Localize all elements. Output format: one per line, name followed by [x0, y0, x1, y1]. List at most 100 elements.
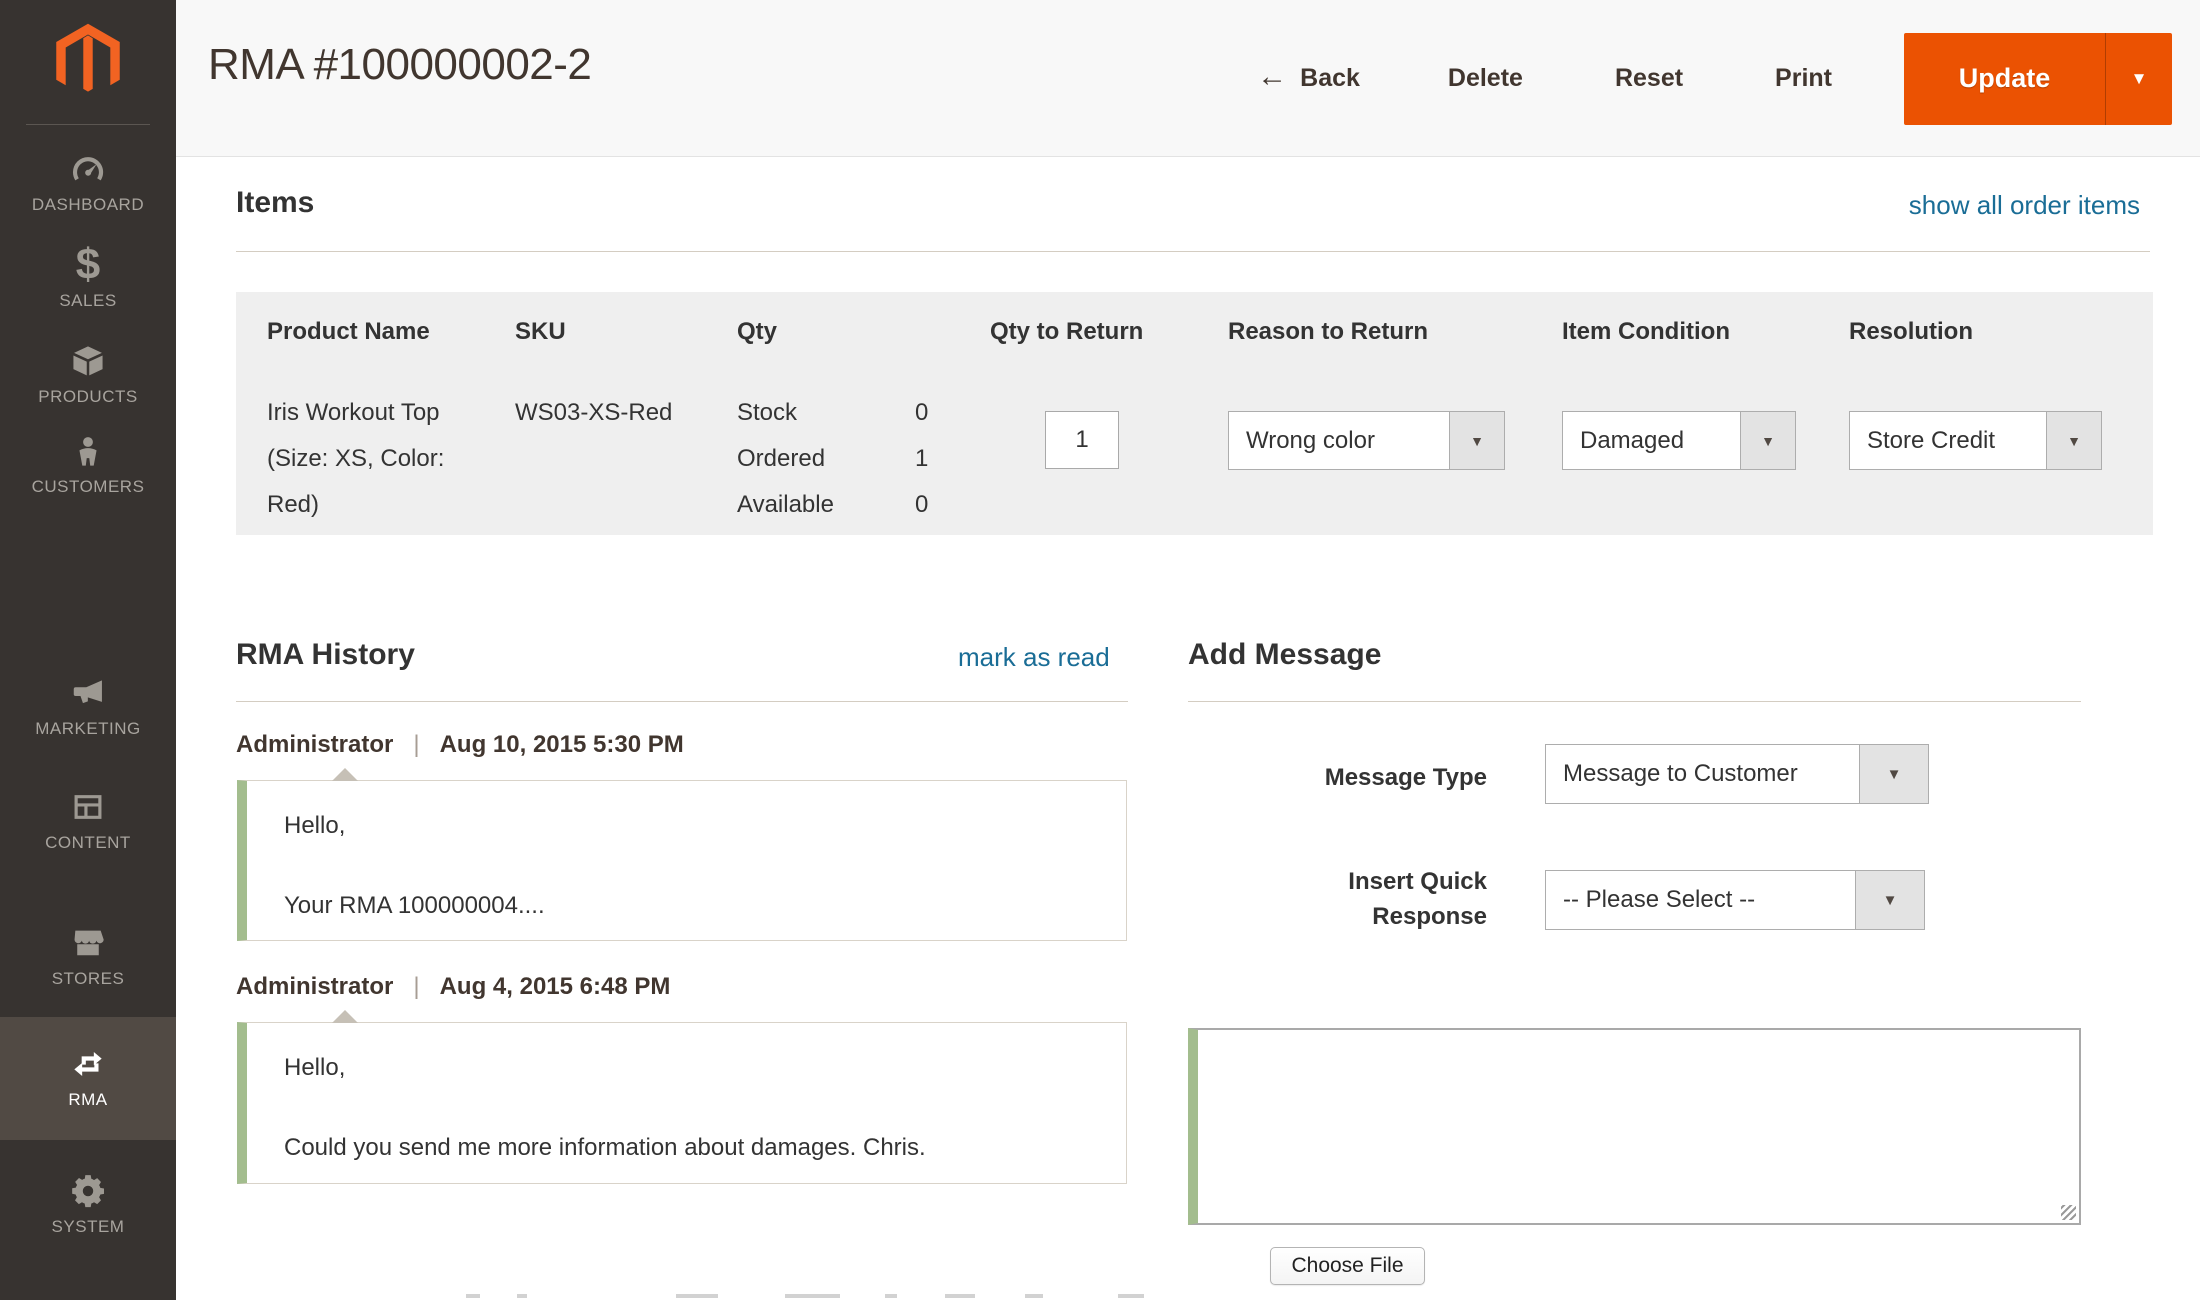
- header-actions: ← Back Delete Reset Print Update ▼: [1257, 0, 2172, 157]
- choose-file-button[interactable]: Choose File: [1270, 1247, 1425, 1285]
- clipped-text-row: [0, 1294, 2200, 1300]
- col-header-reason-to-return: Reason to Return: [1228, 318, 1562, 346]
- qty-ordered-row: Ordered 1: [737, 436, 990, 482]
- message-type-select[interactable]: Message to Customer ▼: [1545, 744, 1929, 804]
- sales-icon: $: [0, 244, 176, 286]
- marketing-icon: [0, 672, 176, 714]
- sidebar-divider: [26, 124, 150, 125]
- quick-response-label: Insert Quick Response: [1307, 864, 1487, 934]
- history-entry-header: Administrator | Aug 4, 2015 6:48 PM: [236, 973, 670, 1001]
- chevron-down-icon: ▼: [2046, 412, 2101, 469]
- update-button[interactable]: Update: [1904, 33, 2105, 125]
- customers-icon: [0, 430, 176, 472]
- add-message-title: Add Message: [1188, 638, 1381, 672]
- col-header-qty-to-return: Qty to Return: [990, 318, 1228, 346]
- sidebar-item-label: SALES: [0, 291, 176, 311]
- col-header-product-name: Product Name: [267, 318, 515, 346]
- history-date: Aug 10, 2015 5:30 PM: [440, 731, 684, 759]
- history-entry-header: Administrator | Aug 10, 2015 5:30 PM: [236, 731, 684, 759]
- history-message-text: Hello, Your RMA 100000004....: [247, 781, 1126, 926]
- history-author: Administrator: [236, 973, 393, 1001]
- rma-history-rule: [236, 701, 1128, 702]
- chevron-down-icon: ▼: [1740, 412, 1795, 469]
- back-arrow-icon: ←: [1257, 60, 1287, 94]
- cell-resolution: Store Credit ▼: [1849, 390, 2153, 528]
- add-message-rule: [1188, 701, 2081, 702]
- items-section-title: Items: [236, 186, 314, 220]
- mark-as-read-link[interactable]: mark as read: [958, 642, 1110, 673]
- items-section-rule: [236, 251, 2150, 252]
- history-separator: |: [413, 973, 419, 1001]
- magento-logo[interactable]: [0, 20, 176, 113]
- sidebar-item-sales[interactable]: $ SALES: [0, 242, 176, 311]
- chevron-down-icon: ▼: [1855, 871, 1924, 929]
- sidebar-item-stores[interactable]: STORES: [0, 920, 176, 989]
- rma-icon: [0, 1043, 176, 1085]
- col-header-sku: SKU: [515, 318, 737, 346]
- sidebar-item-marketing[interactable]: MARKETING: [0, 670, 176, 739]
- rma-history-title: RMA History: [236, 638, 415, 672]
- history-separator: |: [413, 731, 419, 759]
- qty-to-return-input[interactable]: [1045, 411, 1119, 469]
- col-header-resolution: Resolution: [1849, 318, 2153, 346]
- col-header-qty: Qty: [737, 318, 990, 346]
- sidebar-item-products[interactable]: PRODUCTS: [0, 338, 176, 407]
- comment-textarea[interactable]: [1198, 1030, 2079, 1223]
- quick-response-select[interactable]: -- Please Select -- ▼: [1545, 870, 1925, 930]
- sidebar-item-label: RMA: [0, 1090, 176, 1110]
- rma-detail-page: DASHBOARD $ SALES PRODUCTS CUSTOMERS MAR…: [0, 0, 2200, 1300]
- resize-handle[interactable]: [2061, 1205, 2076, 1220]
- sidebar-item-system[interactable]: SYSTEM: [0, 1168, 176, 1237]
- sidebar-item-label: SYSTEM: [0, 1217, 176, 1237]
- chevron-down-icon: ▼: [1449, 412, 1504, 469]
- items-table: Product Name SKU Qty Qty to Return Reaso…: [236, 292, 2153, 535]
- chevron-down-icon: ▼: [2131, 69, 2148, 89]
- cell-sku: WS03-XS-Red: [515, 390, 737, 528]
- chevron-down-icon: ▼: [1859, 745, 1928, 803]
- page-header: RMA #100000002-2 ← Back Delete Reset Pri…: [176, 0, 2200, 157]
- update-dropdown-toggle[interactable]: ▼: [2106, 33, 2172, 125]
- cell-reason-to-return: Wrong color ▼: [1228, 390, 1562, 528]
- sidebar-item-label: MARKETING: [0, 719, 176, 739]
- dashboard-icon: [0, 148, 176, 190]
- sidebar-item-dashboard[interactable]: DASHBOARD: [0, 146, 176, 215]
- sidebar-item-label: CONTENT: [0, 833, 176, 853]
- history-message-note: Hello, Your RMA 100000004....: [237, 780, 1127, 941]
- cell-item-condition: Damaged ▼: [1562, 390, 1849, 528]
- sidebar-item-label: PRODUCTS: [0, 387, 176, 407]
- show-all-order-items-link[interactable]: show all order items: [1909, 190, 2140, 221]
- sidebar-item-label: DASHBOARD: [0, 195, 176, 215]
- system-icon: [0, 1170, 176, 1212]
- history-author: Administrator: [236, 731, 393, 759]
- qty-available-row: Available 0: [737, 482, 990, 528]
- history-date: Aug 4, 2015 6:48 PM: [440, 973, 671, 1001]
- back-button[interactable]: ← Back: [1257, 62, 1360, 96]
- sidebar-item-rma[interactable]: RMA: [0, 1017, 176, 1140]
- magento-logo-icon: [50, 20, 126, 108]
- qty-stock-row: Stock 0: [737, 390, 990, 436]
- history-message-note: Hello, Could you send me more informatio…: [237, 1022, 1127, 1184]
- sidebar-item-content[interactable]: CONTENT: [0, 784, 176, 853]
- cell-product-name: Iris Workout Top (Size: XS, Color: Red): [267, 390, 485, 528]
- products-icon: [0, 340, 176, 382]
- reset-button[interactable]: Reset: [1615, 64, 1683, 93]
- message-type-label: Message Type: [1188, 760, 1487, 795]
- admin-sidebar: DASHBOARD $ SALES PRODUCTS CUSTOMERS MAR…: [0, 0, 176, 1300]
- sidebar-item-label: STORES: [0, 969, 176, 989]
- resolution-select[interactable]: Store Credit ▼: [1849, 411, 2102, 470]
- sidebar-item-label: CUSTOMERS: [0, 477, 176, 497]
- update-split-button[interactable]: Update ▼: [1904, 33, 2172, 125]
- cell-qty: Stock 0 Ordered 1 Available 0: [737, 390, 990, 528]
- content-icon: [0, 786, 176, 828]
- print-button[interactable]: Print: [1775, 64, 1832, 93]
- history-message-text: Hello, Could you send me more informatio…: [247, 1023, 1126, 1168]
- stores-icon: [0, 922, 176, 964]
- delete-button[interactable]: Delete: [1448, 64, 1523, 93]
- page-title: RMA #100000002-2: [208, 40, 591, 90]
- reason-to-return-select[interactable]: Wrong color ▼: [1228, 411, 1505, 470]
- item-condition-select[interactable]: Damaged ▼: [1562, 411, 1796, 470]
- cell-qty-to-return: [990, 390, 1228, 528]
- comment-box: [1188, 1028, 2081, 1225]
- col-header-item-condition: Item Condition: [1562, 318, 1849, 346]
- sidebar-item-customers[interactable]: CUSTOMERS: [0, 428, 176, 497]
